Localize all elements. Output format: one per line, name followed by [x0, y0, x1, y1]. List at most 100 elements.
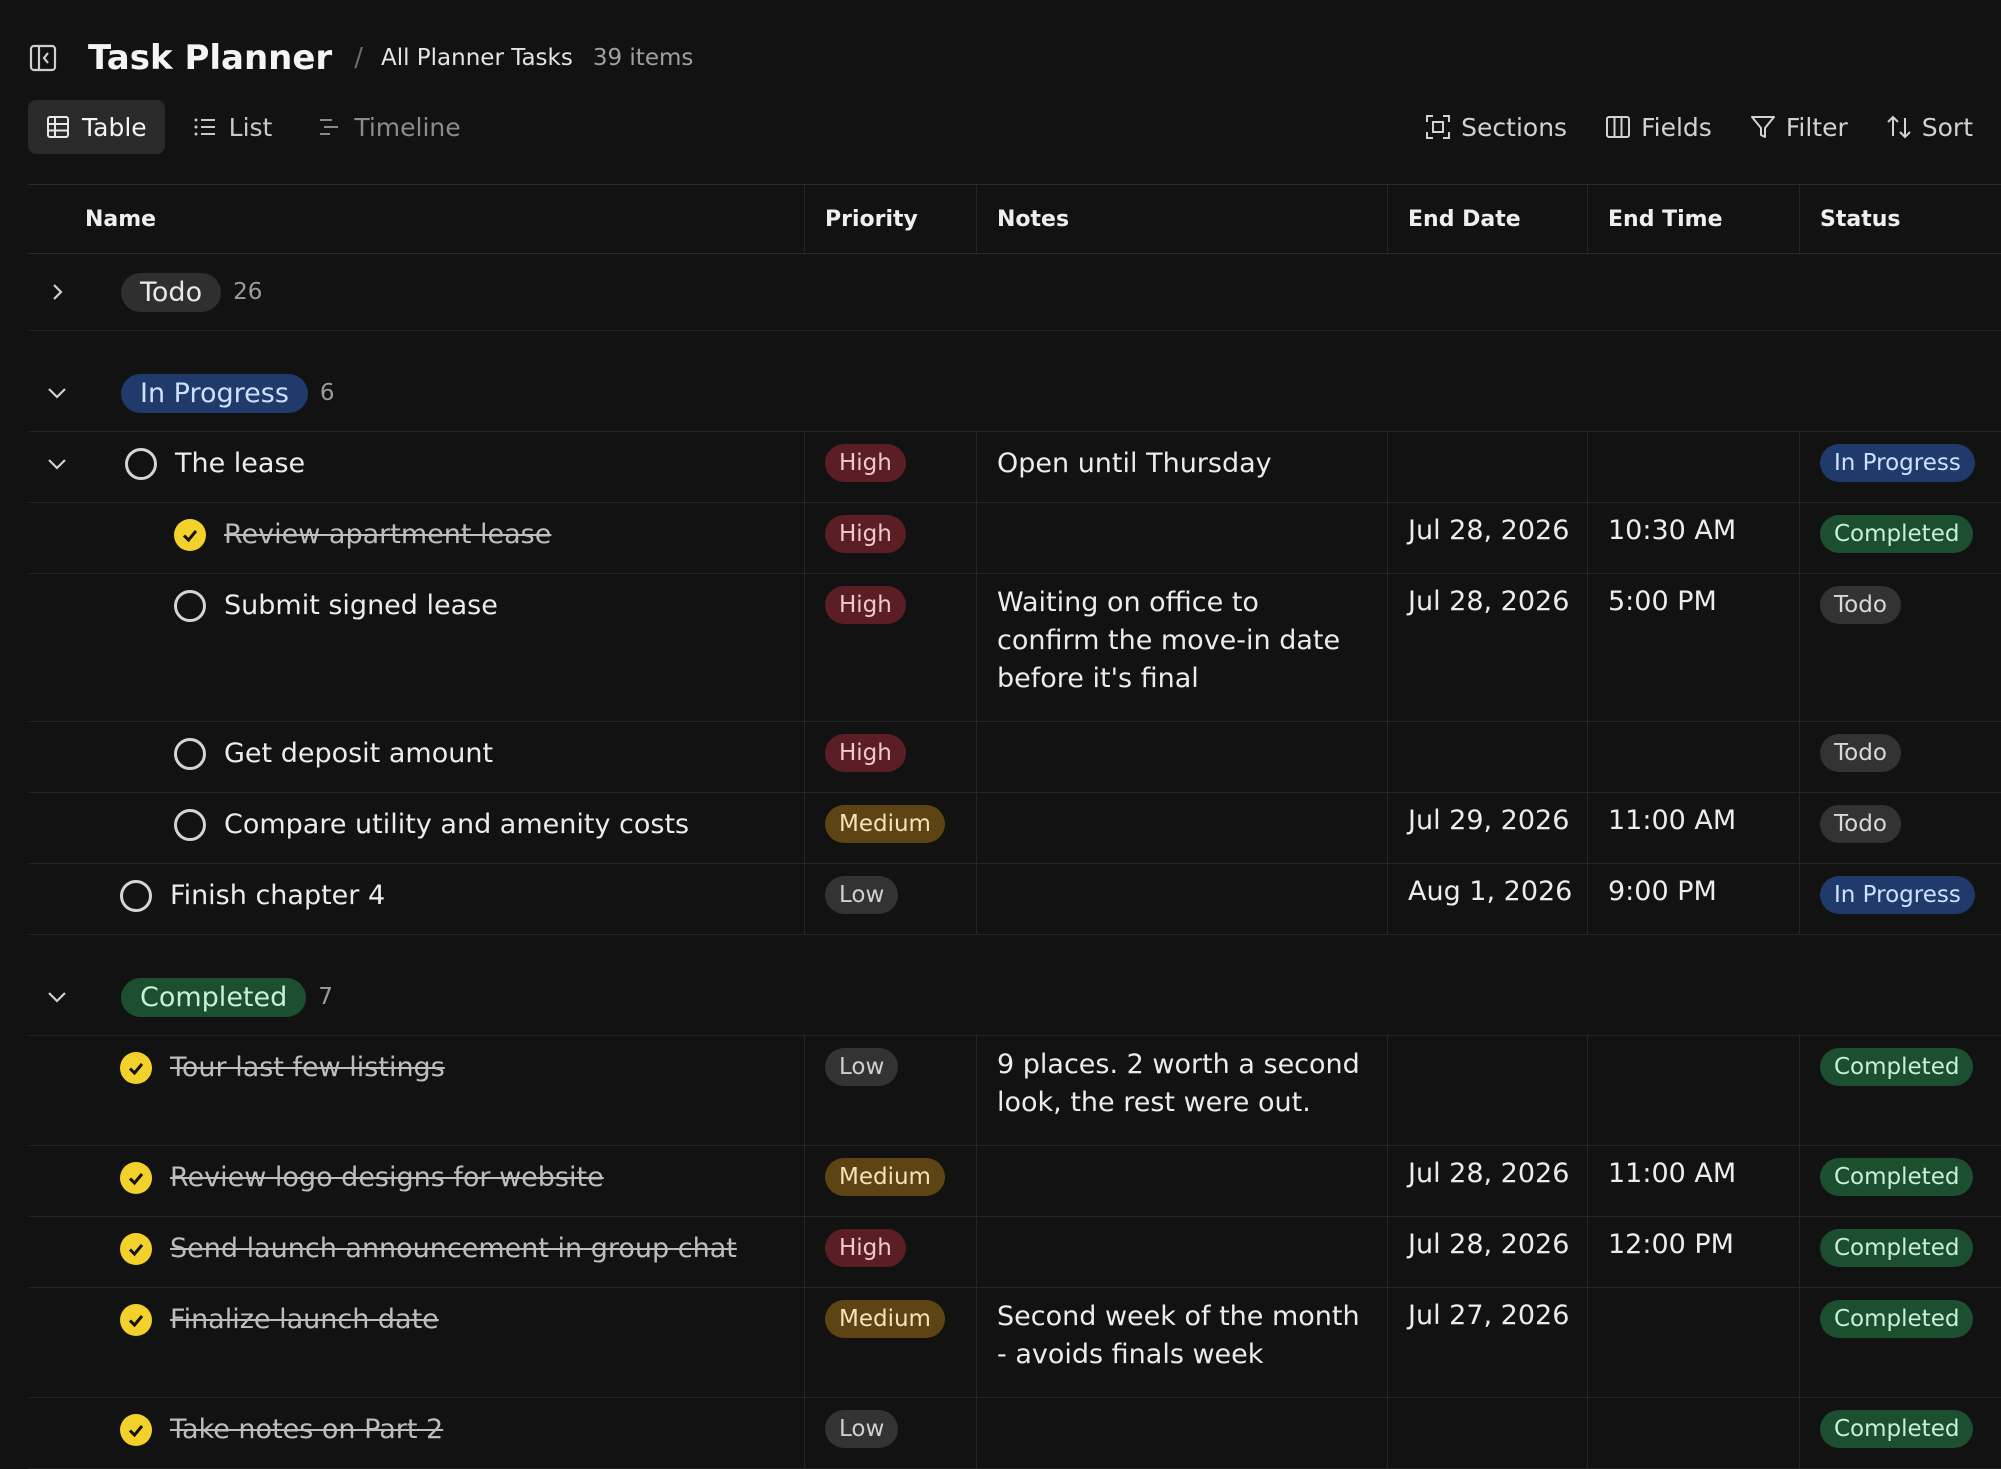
- priority-cell[interactable]: High: [805, 574, 977, 721]
- notes-cell[interactable]: [977, 722, 1388, 792]
- task-name[interactable]: Send launch announcement in group chat: [170, 1229, 737, 1269]
- check-circle-icon[interactable]: [120, 1052, 152, 1084]
- task-status-circle-icon[interactable]: [120, 880, 152, 912]
- notes-cell[interactable]: [977, 1217, 1388, 1287]
- end-time-cell[interactable]: [1588, 722, 1800, 792]
- notes-cell[interactable]: 9 places. 2 worth a second look, the res…: [977, 1036, 1388, 1145]
- chevron-right-icon[interactable]: [37, 282, 77, 302]
- tab-table[interactable]: Table: [28, 100, 165, 154]
- table-row[interactable]: Review logo designs for website Medium J…: [28, 1146, 2001, 1217]
- status-cell[interactable]: Completed: [1800, 1146, 2001, 1216]
- check-circle-icon[interactable]: [120, 1304, 152, 1336]
- priority-cell[interactable]: High: [805, 1217, 977, 1287]
- sidebar-toggle-icon[interactable]: [28, 43, 58, 73]
- task-name[interactable]: Get deposit amount: [224, 734, 493, 774]
- end-time-cell[interactable]: 5:00 PM: [1588, 574, 1800, 721]
- column-header-end-date[interactable]: End Date: [1388, 185, 1588, 253]
- task-name[interactable]: Review logo designs for website: [170, 1158, 604, 1198]
- table-row[interactable]: Send launch announcement in group chat H…: [28, 1217, 2001, 1288]
- table-row[interactable]: Review apartment lease High Jul 28, 2026…: [28, 503, 2001, 574]
- chevron-down-icon[interactable]: [37, 987, 77, 1007]
- check-circle-icon[interactable]: [120, 1233, 152, 1265]
- status-cell[interactable]: Completed: [1800, 503, 2001, 573]
- priority-cell[interactable]: Medium: [805, 1288, 977, 1397]
- end-date-cell[interactable]: Jul 28, 2026: [1388, 1217, 1588, 1287]
- end-time-cell[interactable]: 9:00 PM: [1588, 864, 1800, 934]
- end-date-cell[interactable]: Jul 29, 2026: [1388, 793, 1588, 863]
- breadcrumb[interactable]: All Planner Tasks: [381, 45, 573, 71]
- task-status-circle-icon[interactable]: [174, 590, 206, 622]
- notes-cell[interactable]: Waiting on office to confirm the move-in…: [977, 574, 1388, 721]
- priority-cell[interactable]: Low: [805, 1398, 977, 1468]
- task-name[interactable]: The lease: [175, 444, 305, 484]
- group-header-completed[interactable]: Completed 7: [28, 959, 2001, 1036]
- table-row[interactable]: Take notes on Part 2 Low Completed: [28, 1398, 2001, 1469]
- end-date-cell[interactable]: [1388, 1398, 1588, 1468]
- priority-cell[interactable]: Low: [805, 1036, 977, 1145]
- notes-cell[interactable]: [977, 793, 1388, 863]
- task-name[interactable]: Finalize launch date: [170, 1300, 439, 1340]
- tab-timeline[interactable]: Timeline: [300, 100, 478, 154]
- column-header-end-time[interactable]: End Time: [1588, 185, 1800, 253]
- priority-cell[interactable]: High: [805, 722, 977, 792]
- task-name[interactable]: Compare utility and amenity costs: [224, 805, 689, 845]
- task-name[interactable]: Tour last few listings: [170, 1048, 445, 1088]
- table-row[interactable]: Tour last few listings Low 9 places. 2 w…: [28, 1036, 2001, 1146]
- end-time-cell[interactable]: [1588, 1398, 1800, 1468]
- table-row[interactable]: Finish chapter 4 Low Aug 1, 2026 9:00 PM…: [28, 864, 2001, 935]
- status-cell[interactable]: Completed: [1800, 1398, 2001, 1468]
- status-cell[interactable]: Todo: [1800, 574, 2001, 721]
- sort-button[interactable]: Sort: [1886, 113, 1973, 142]
- task-name[interactable]: Review apartment lease: [224, 515, 551, 555]
- table-row[interactable]: Finalize launch date Medium Second week …: [28, 1288, 2001, 1398]
- notes-cell[interactable]: [977, 503, 1388, 573]
- group-header-in-progress[interactable]: In Progress 6: [28, 355, 2001, 432]
- end-date-cell[interactable]: Jul 27, 2026: [1388, 1288, 1588, 1397]
- end-time-cell[interactable]: [1588, 1288, 1800, 1397]
- column-header-notes[interactable]: Notes: [977, 185, 1388, 253]
- notes-cell[interactable]: [977, 1398, 1388, 1468]
- column-header-priority[interactable]: Priority: [805, 185, 977, 253]
- group-header-todo[interactable]: Todo 26: [28, 254, 2001, 331]
- notes-cell[interactable]: [977, 864, 1388, 934]
- check-circle-icon[interactable]: [120, 1162, 152, 1194]
- end-date-cell[interactable]: Aug 1, 2026: [1388, 864, 1588, 934]
- fields-button[interactable]: Fields: [1605, 113, 1712, 142]
- end-date-cell[interactable]: Jul 28, 2026: [1388, 1146, 1588, 1216]
- end-time-cell[interactable]: [1588, 1036, 1800, 1145]
- status-cell[interactable]: Completed: [1800, 1036, 2001, 1145]
- task-status-circle-icon[interactable]: [125, 448, 157, 480]
- status-cell[interactable]: Completed: [1800, 1217, 2001, 1287]
- task-name[interactable]: Submit signed lease: [224, 586, 498, 626]
- priority-cell[interactable]: High: [805, 503, 977, 573]
- column-header-name[interactable]: Name: [28, 185, 805, 253]
- end-time-cell[interactable]: 11:00 AM: [1588, 793, 1800, 863]
- chevron-down-icon[interactable]: [37, 444, 77, 484]
- status-cell[interactable]: In Progress: [1800, 864, 2001, 934]
- notes-cell[interactable]: Second week of the month - avoids finals…: [977, 1288, 1388, 1397]
- chevron-down-icon[interactable]: [37, 383, 77, 403]
- status-cell[interactable]: Completed: [1800, 1288, 2001, 1397]
- end-date-cell[interactable]: Jul 28, 2026: [1388, 574, 1588, 721]
- tab-list[interactable]: List: [175, 100, 291, 154]
- column-header-status[interactable]: Status: [1800, 185, 2001, 253]
- table-row[interactable]: The lease High Open until Thursday In Pr…: [28, 432, 2001, 503]
- end-date-cell[interactable]: [1388, 432, 1588, 502]
- priority-cell[interactable]: High: [805, 432, 977, 502]
- filter-button[interactable]: Filter: [1750, 113, 1848, 142]
- notes-cell[interactable]: [977, 1146, 1388, 1216]
- task-name[interactable]: Finish chapter 4: [170, 876, 385, 916]
- task-name[interactable]: Take notes on Part 2: [170, 1410, 443, 1450]
- status-cell[interactable]: In Progress: [1800, 432, 2001, 502]
- sections-button[interactable]: Sections: [1425, 113, 1567, 142]
- end-time-cell[interactable]: [1588, 432, 1800, 502]
- task-status-circle-icon[interactable]: [174, 809, 206, 841]
- priority-cell[interactable]: Medium: [805, 793, 977, 863]
- table-row[interactable]: Compare utility and amenity costs Medium…: [28, 793, 2001, 864]
- table-row[interactable]: Get deposit amount High Todo: [28, 722, 2001, 793]
- table-row[interactable]: Submit signed lease High Waiting on offi…: [28, 574, 2001, 722]
- end-time-cell[interactable]: 11:00 AM: [1588, 1146, 1800, 1216]
- end-date-cell[interactable]: [1388, 1036, 1588, 1145]
- check-circle-icon[interactable]: [120, 1414, 152, 1446]
- end-time-cell[interactable]: 10:30 AM: [1588, 503, 1800, 573]
